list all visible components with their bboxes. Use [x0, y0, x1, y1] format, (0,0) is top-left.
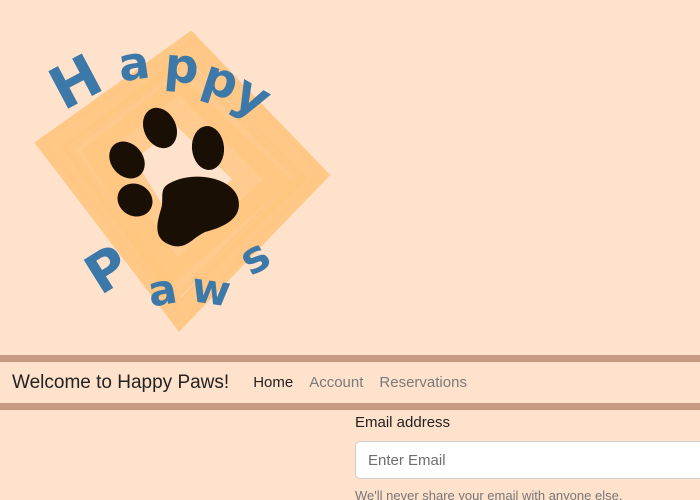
- svg-text:a: a: [115, 35, 153, 93]
- email-label: Email address: [355, 414, 451, 431]
- navbar: Welcome to Happy Paws! Home Account Rese…: [0, 355, 700, 410]
- nav-link-account[interactable]: Account: [309, 374, 363, 391]
- nav-link-reservations[interactable]: Reservations: [379, 374, 467, 391]
- happy-paws-logo: H a p p y P a w s: [0, 0, 340, 355]
- email-form: Email address We'll never share your ema…: [355, 414, 700, 500]
- logo-graphic: H a p p y P a w s: [34, 30, 331, 332]
- email-help-text: We'll never share your email with anyone…: [355, 488, 623, 500]
- svg-text:w: w: [189, 262, 234, 316]
- svg-text:p: p: [162, 37, 201, 96]
- nav-link-home[interactable]: Home: [253, 374, 293, 391]
- email-input[interactable]: [355, 441, 700, 479]
- navbar-brand[interactable]: Welcome to Happy Paws!: [12, 372, 229, 394]
